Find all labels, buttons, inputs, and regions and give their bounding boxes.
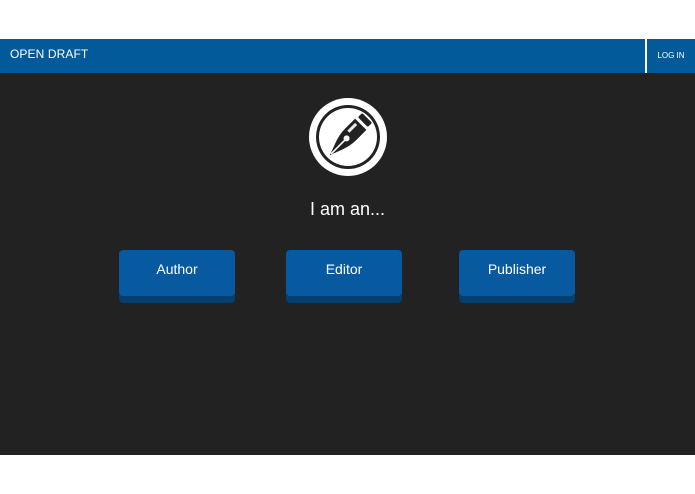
fountain-pen-nib-icon	[309, 98, 387, 176]
editor-button[interactable]: Editor	[286, 250, 402, 296]
author-button-label: Author	[156, 261, 198, 277]
main-content: I am an... Author Editor Publisher	[0, 73, 695, 455]
top-whitespace	[0, 0, 695, 39]
publisher-button-label: Publisher	[487, 261, 547, 277]
brand-title[interactable]: OPEN DRAFT	[10, 39, 88, 73]
publisher-button[interactable]: Publisher	[459, 250, 575, 296]
bottom-whitespace	[0, 455, 695, 494]
role-prompt: I am an...	[309, 199, 386, 219]
editor-button-label: Editor	[325, 261, 363, 277]
top-navbar: OPEN DRAFT LOG IN	[0, 39, 695, 73]
author-button[interactable]: Author	[119, 250, 235, 296]
login-button[interactable]: LOG IN	[647, 39, 695, 73]
